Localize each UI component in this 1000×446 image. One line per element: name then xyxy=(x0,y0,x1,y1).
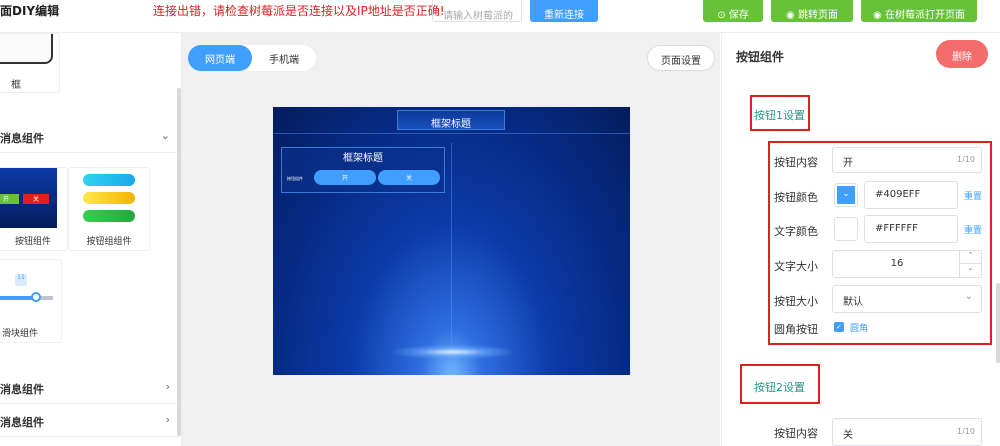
button-group-component-card[interactable]: 按钮组组件 xyxy=(68,167,150,251)
save-button[interactable]: ⊙ 保存 xyxy=(703,0,763,22)
panel-title: 按钮组件 xyxy=(736,50,785,64)
increase-button[interactable]: ⌃ xyxy=(959,251,981,264)
tab-web[interactable]: 网页端 xyxy=(188,45,252,71)
canvas-main-title[interactable]: 框架标题 xyxy=(397,110,505,130)
font-size-stepper[interactable]: 16 ⌃ ⌄ xyxy=(832,250,982,278)
bg-color-picker[interactable]: ⌄ xyxy=(834,183,858,207)
slider-value-tooltip: 11 xyxy=(15,274,27,286)
section-header-message-3[interactable]: 消息组件 › xyxy=(0,405,180,437)
preview-green-pill xyxy=(83,210,135,222)
slider-component-label: 滑块组件 xyxy=(1,329,38,339)
open-in-pi-label: 在树莓派打开页面 xyxy=(884,10,965,21)
frame-component[interactable]: 框架标题 按钮组件 开 关 xyxy=(281,147,445,193)
device-toggle: 网页端 手机端 xyxy=(188,45,316,71)
size-value: 默认 xyxy=(843,297,863,308)
btn2-content-value: 关 xyxy=(843,430,853,441)
page-settings-button[interactable]: 页面设置 xyxy=(647,45,715,71)
chevron-down-icon: ⌄ xyxy=(160,129,170,142)
section2-title[interactable]: 按钮2设置 xyxy=(754,379,805,395)
font-size-value: 16 xyxy=(890,258,904,269)
bg-color-value: #409EFF xyxy=(875,189,921,200)
rounded-checkbox[interactable]: ✓ xyxy=(834,322,844,332)
section-title: 消息组件 xyxy=(0,383,44,396)
text-color-value: #FFFFFF xyxy=(875,223,918,234)
content-value: 开 xyxy=(843,158,853,169)
char-count: 1/10 xyxy=(957,155,975,164)
section-header-message-1[interactable]: 消息组件 ⌄ xyxy=(0,121,180,153)
top-bar: 页面DIY编辑 连接出错，请检查树莓派是否连接以及IP地址是否正确! 请输入树莓… xyxy=(0,0,1000,32)
stage-glow xyxy=(393,345,513,359)
tab-mobile[interactable]: 手机端 xyxy=(252,45,316,71)
btn2-content-input[interactable]: 关 1/10 xyxy=(832,418,982,446)
size-select[interactable]: 默认 ⌄ xyxy=(832,285,982,313)
reset-bg-color-link[interactable]: 重置 xyxy=(964,189,982,202)
page-preview[interactable]: 框架标题 框架标题 按钮组件 开 关 xyxy=(273,107,630,375)
content-input[interactable]: 开 1/10 xyxy=(832,147,982,173)
canvas-on-button[interactable]: 开 xyxy=(314,170,376,185)
goto-page-button[interactable]: ◉ 跳转页面 xyxy=(771,0,853,22)
char-count: 1/10 xyxy=(957,427,975,436)
bg-color-label: 按钮颜色 xyxy=(774,191,818,204)
connection-error-message: 连接出错，请检查树莓派是否连接以及IP地址是否正确! xyxy=(153,4,445,18)
preview-cyan-pill xyxy=(83,174,135,186)
content-label: 按钮内容 xyxy=(774,156,818,169)
check-icon: ⊙ xyxy=(717,10,729,21)
frame-component-card[interactable]: 框 xyxy=(0,33,60,93)
goto-page-label: 跳转页面 xyxy=(797,10,838,21)
header-line xyxy=(273,133,630,134)
frame-component-label: 框 xyxy=(11,80,21,91)
rounded-option-label[interactable]: 圆角 xyxy=(850,321,868,334)
preview-off-button: 关 xyxy=(23,194,49,204)
section-header-message-2[interactable]: 消息组件 › xyxy=(0,372,180,404)
canvas-off-button[interactable]: 关 xyxy=(378,170,440,185)
size-label: 按钮大小 xyxy=(774,295,818,308)
properties-panel: 按钮组件 删除 按钮1设置 按钮内容 开 1/10 按钮颜色 ⌄ #409EFF… xyxy=(721,33,1000,446)
bg-color-input[interactable]: #409EFF xyxy=(864,181,958,209)
save-label: 保存 xyxy=(728,10,749,21)
chevron-right-icon: › xyxy=(165,380,170,393)
reconnect-button[interactable]: 重新连接 xyxy=(530,0,598,22)
chevron-down-icon: ⌄ xyxy=(964,291,973,302)
preview-on-button: 开 xyxy=(0,194,19,204)
chevron-down-icon: ⌄ xyxy=(837,186,855,204)
decrease-button[interactable]: ⌄ xyxy=(959,264,981,277)
section-title: 消息组件 xyxy=(0,416,44,429)
text-color-label: 文字颜色 xyxy=(774,225,818,238)
section-title: 消息组件 xyxy=(0,132,44,145)
text-color-input[interactable]: #FFFFFF xyxy=(864,215,958,243)
button-component-label: 按钮组件 xyxy=(287,176,303,181)
eye-icon: ◉ xyxy=(786,10,798,21)
chevron-right-icon: › xyxy=(165,413,170,426)
btn2-content-label: 按钮内容 xyxy=(774,427,818,440)
text-color-picker[interactable] xyxy=(834,217,858,241)
slider-handle xyxy=(31,292,41,302)
section1-title[interactable]: 按钮1设置 xyxy=(754,107,805,123)
delete-button[interactable]: 删除 xyxy=(936,40,988,68)
font-size-label: 文字大小 xyxy=(774,260,818,273)
slider-component-card[interactable]: 11 滑块组件 xyxy=(0,259,62,343)
button-component-preview: 开 关 xyxy=(0,168,57,228)
button-group-component-label: 按钮组组件 xyxy=(86,237,132,247)
design-canvas-area: 网页端 手机端 页面设置 框架标题 框架标题 按钮组件 开 关 xyxy=(181,33,720,446)
frame-title: 框架标题 xyxy=(343,153,383,164)
button-component-label: 按钮组件 xyxy=(14,237,51,247)
frame-preview-icon xyxy=(0,34,53,64)
rounded-label: 圆角按钮 xyxy=(774,323,818,336)
preview-yellow-pill xyxy=(83,192,135,204)
eye-icon: ◉ xyxy=(873,10,885,21)
panel-scrollbar[interactable] xyxy=(996,283,1000,363)
center-divider xyxy=(451,143,452,375)
reset-text-color-link[interactable]: 重置 xyxy=(964,223,982,236)
app-title: 页面DIY编辑 xyxy=(0,4,60,18)
slider-fill xyxy=(0,296,35,300)
button-component-card[interactable]: 开 关 按钮组件 xyxy=(0,167,68,251)
open-in-pi-button[interactable]: ◉ 在树莓派打开页面 xyxy=(861,0,977,22)
ip-address-input[interactable]: 请输入树莓派的 xyxy=(432,0,522,22)
component-sidebar: 框 消息组件 ⌄ 开 关 按钮组件 按钮组组件 11 滑块组件 消息组件 › 消… xyxy=(0,33,180,446)
